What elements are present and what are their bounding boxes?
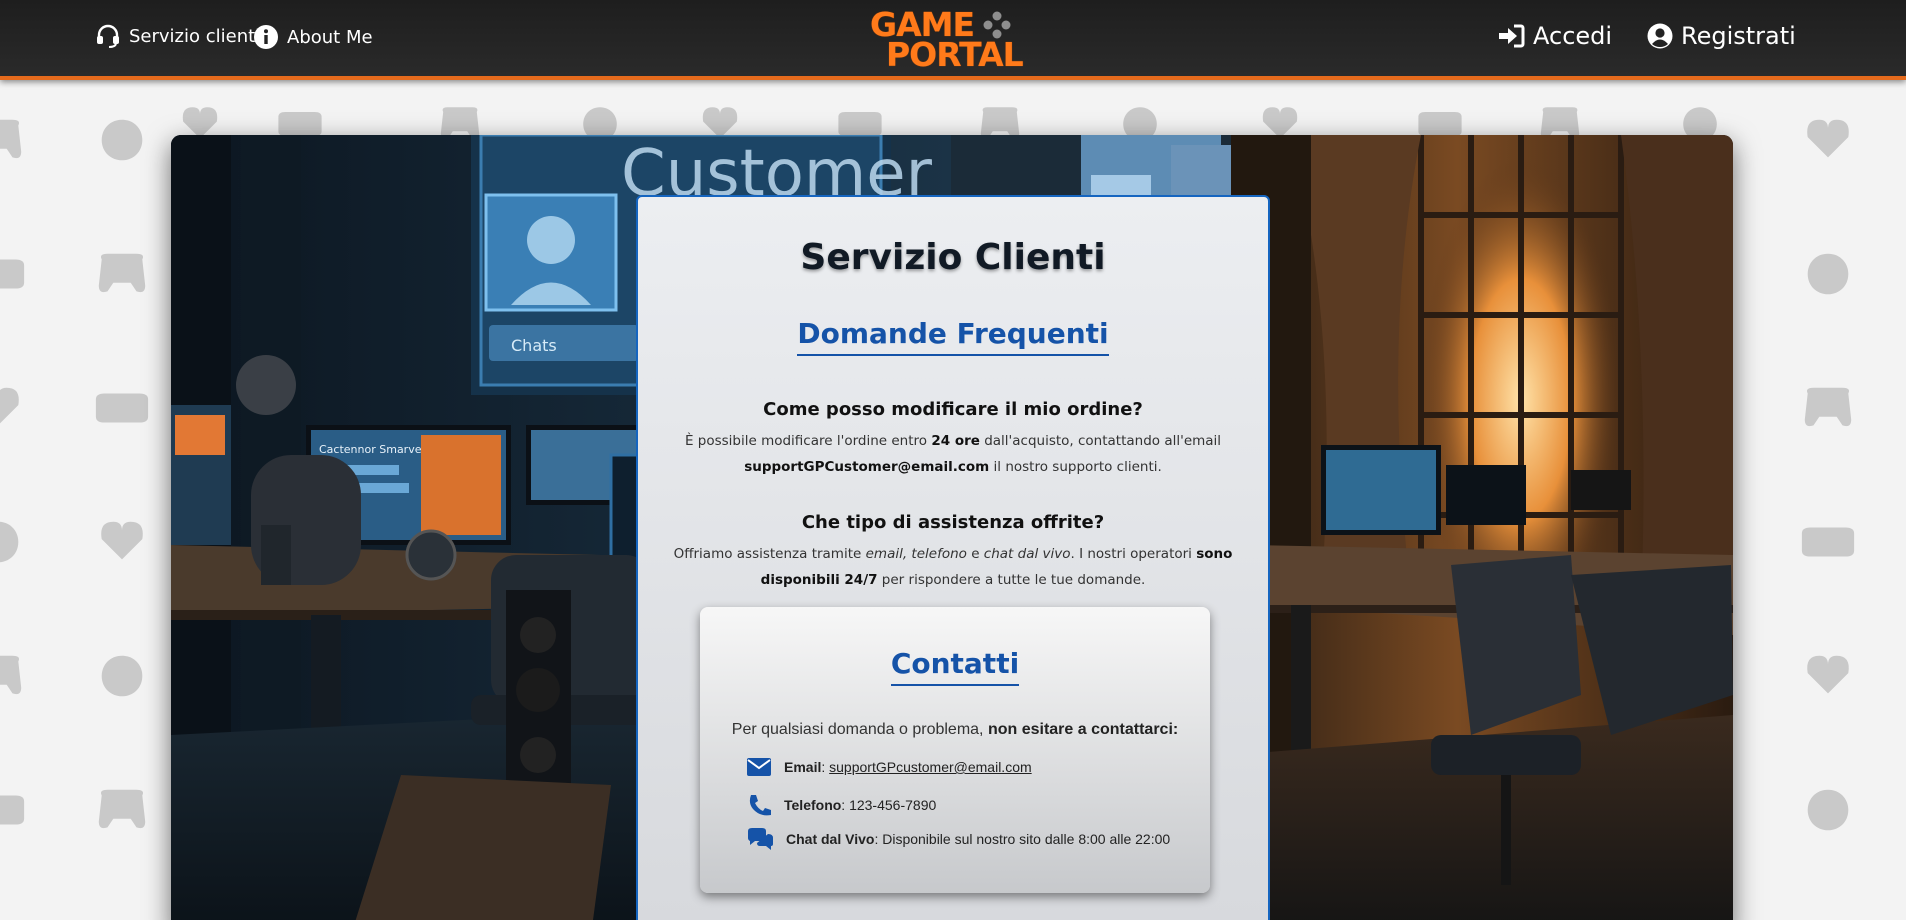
pattern-game-icon [1262, 107, 1298, 139]
logo-text-line2: PORTAL [886, 35, 1024, 74]
gamepad-cross-icon [983, 11, 1011, 39]
hero-monitor-text: Cactennor Smarve [319, 443, 422, 456]
pattern-game-icon [1807, 655, 1849, 694]
contact-phone-row: Telefono: 123-456-7890 [746, 793, 936, 817]
pattern-game-icon [0, 795, 25, 825]
headset-icon [97, 24, 119, 48]
faq-item: Che tipo di assistenza offrite? Offriamo… [668, 512, 1238, 593]
contacts-intro: Per qualsiasi domanda o problema, non es… [731, 721, 1179, 738]
nav-registrati-label: Registrati [1681, 22, 1796, 50]
faq-answer: Offriamo assistenza tramite email, telef… [673, 546, 1233, 588]
pattern-game-icon [98, 253, 146, 293]
nav-servizio-clienti-link[interactable]: Servizio clienti [95, 24, 260, 48]
top-navbar: Servizio clienti About Me GAME PORTAL Ac… [0, 0, 1906, 80]
contact-phone-label: Telefono [784, 797, 842, 813]
pattern-game-icon [702, 107, 738, 139]
contact-email-label: Email [784, 759, 822, 775]
pattern-game-icon [1418, 112, 1462, 136]
sign-in-icon [1499, 24, 1525, 48]
game-portal-logo[interactable]: GAME PORTAL [868, 6, 1024, 71]
pattern-game-icon [101, 655, 143, 697]
faq-item: Come posso modificare il mio ordine? È p… [668, 399, 1238, 480]
pattern-game-icon [95, 393, 149, 423]
pattern-game-icon [182, 107, 218, 139]
pattern-game-icon [0, 119, 22, 159]
faq-question: Che tipo di assistenza offrite? [801, 512, 1105, 533]
contact-chat-row: Chat dal Vivo: Disponibile sul nostro si… [746, 827, 1170, 851]
contacts-heading: Contatti [890, 647, 1020, 686]
pattern-game-icon [1804, 387, 1852, 427]
pattern-game-icon [101, 119, 143, 161]
pattern-game-icon [101, 521, 143, 560]
page-title: Servizio Clienti [800, 237, 1106, 278]
pattern-game-icon [0, 521, 19, 563]
chat-bubbles-icon [748, 828, 773, 850]
phone-icon [749, 795, 771, 816]
pattern-game-icon [1807, 253, 1849, 295]
contact-phone-value: 123-456-7890 [849, 797, 937, 813]
envelope-icon [747, 758, 771, 776]
pattern-game-icon [0, 387, 19, 424]
pattern-game-icon [838, 112, 882, 136]
info-circle-icon [254, 25, 278, 49]
nav-about-me-label: About Me [287, 26, 373, 48]
nav-about-me-link[interactable]: About Me [253, 24, 373, 50]
nav-accedi-link[interactable]: Accedi [1497, 22, 1612, 50]
pattern-game-icon [98, 789, 146, 829]
pattern-game-icon [1807, 789, 1849, 831]
contact-chat-label: Chat dal Vivo [786, 831, 875, 847]
contact-email-link[interactable]: supportGPcustomer@email.com [829, 759, 1032, 775]
nav-accedi-label: Accedi [1533, 22, 1613, 50]
contact-chat-value: Disponibile sul nostro sito dalle 8:00 a… [882, 831, 1171, 847]
contacts-box: Contatti Per qualsiasi domanda o problem… [700, 607, 1210, 893]
faq-heading: Domande Frequenti [797, 317, 1109, 356]
pattern-game-icon [278, 112, 322, 136]
faq-email: supportGPCustomer@email.com [744, 459, 990, 475]
hero-chat-label: Chats [511, 336, 557, 355]
faq-answer: È possibile modificare l'ordine entro 24… [684, 433, 1222, 475]
customer-service-card: Servizio Clienti Domande Frequenti Come … [636, 195, 1270, 920]
pattern-game-icon [0, 259, 25, 289]
pattern-game-icon [0, 655, 22, 695]
nav-servizio-clienti-label: Servizio clienti [129, 25, 261, 47]
contact-email-row: Email: supportGPcustomer@email.com [746, 757, 1032, 777]
faq-question: Come posso modificare il mio ordine? [763, 399, 1143, 420]
user-circle-icon [1647, 23, 1673, 49]
nav-registrati-link[interactable]: Registrati [1647, 22, 1796, 50]
pattern-game-icon [1807, 119, 1849, 158]
pattern-game-icon [1801, 527, 1855, 557]
